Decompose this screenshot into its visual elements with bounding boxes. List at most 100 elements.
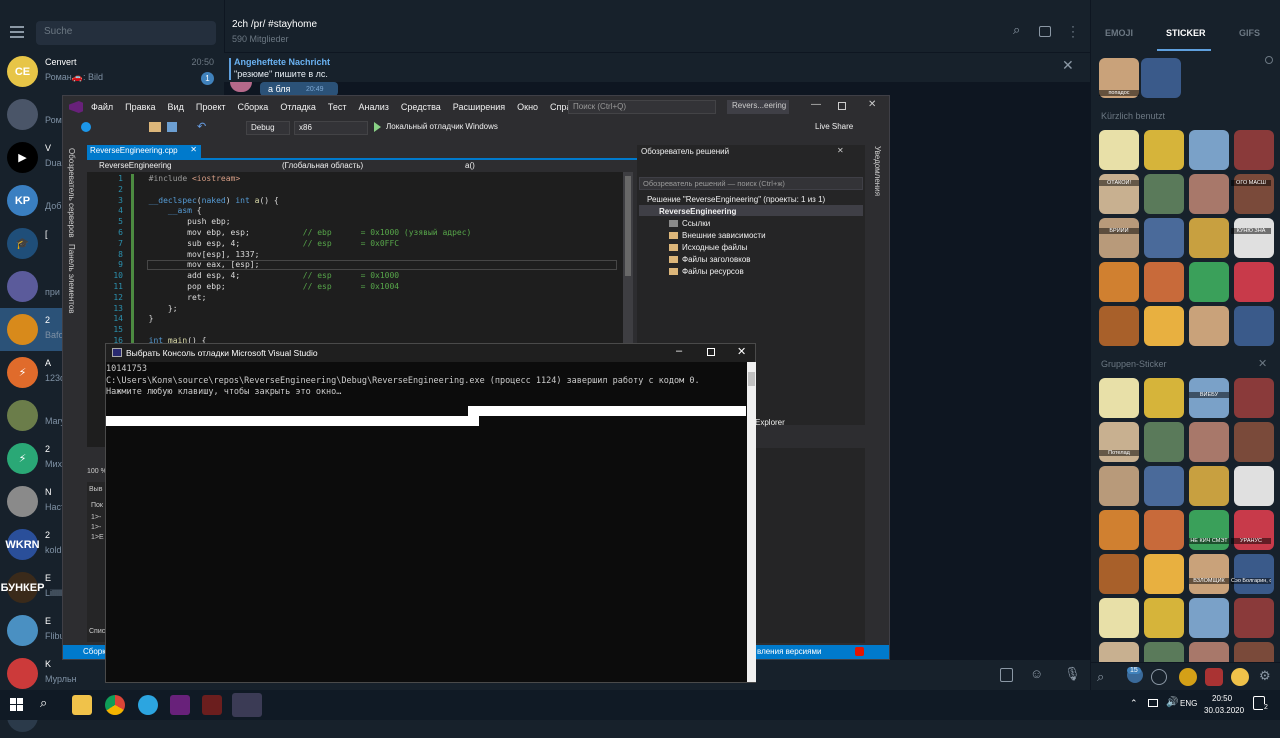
vs-menu-item[interactable]: Тест (328, 102, 347, 112)
vs-menu-item[interactable]: Расширения (453, 102, 505, 112)
sticker[interactable] (1099, 598, 1139, 638)
sticker[interactable] (1144, 510, 1184, 550)
sticker[interactable] (1234, 378, 1274, 418)
sticker[interactable] (1189, 218, 1229, 258)
sticker[interactable] (1144, 598, 1184, 638)
tray-chevron-icon[interactable]: ⌃ (1130, 698, 1138, 709)
sticker[interactable] (1144, 554, 1184, 594)
notifications-icon[interactable] (855, 647, 864, 656)
solution-search-input[interactable]: Обозреватель решений — поиск (Ctrl+ж) (639, 177, 863, 190)
vs-menu-item[interactable]: Анализ (359, 102, 389, 112)
code-line[interactable]: __asm { (139, 206, 202, 217)
code-line[interactable]: push ebp; (139, 217, 230, 228)
code-line[interactable]: mov ebp, esp; // ebp = 0x1000 (узявый ад… (139, 228, 471, 239)
chat-list-item[interactable]: CE Cenvert Роман🚗: Bild 20:50 1 (0, 50, 224, 93)
external-deps-node[interactable]: Внешние зависимости (669, 231, 766, 240)
config-select[interactable]: Debug (246, 121, 290, 135)
sticker[interactable] (1234, 598, 1274, 638)
vs-maximize-icon[interactable] (838, 102, 846, 110)
vs-minimize-icon[interactable]: — (811, 99, 821, 110)
sticker[interactable] (1144, 378, 1184, 418)
sticker[interactable] (1234, 262, 1274, 302)
code-line[interactable]: __declspec(naked) int a() { (139, 196, 279, 207)
back-nav-icon[interactable] (81, 122, 91, 132)
file-explorer-icon[interactable] (72, 695, 92, 715)
code-line[interactable]: ret; (139, 293, 206, 304)
sticker[interactable] (1189, 554, 1229, 594)
volume-icon[interactable]: 🔊 (1166, 697, 1178, 708)
search-icon[interactable]: ⌕ (40, 695, 47, 711)
sticker[interactable] (1234, 554, 1274, 594)
chat-title[interactable]: 2ch /pr/ #stayhome (232, 19, 317, 30)
sticker[interactable] (1099, 510, 1139, 550)
vs-menu-item[interactable]: Сборка (238, 102, 269, 112)
emoji-icon[interactable]: ☺ (1030, 666, 1043, 681)
nav-member[interactable]: a() (465, 161, 475, 170)
console-title-bar[interactable]: Выбрать Консоль отладки Microsoft Visual… (106, 344, 755, 362)
code-line[interactable]: } (139, 314, 154, 325)
solution-node[interactable]: Решение "ReverseEngineering" (проекты: 1… (647, 195, 825, 204)
language-indicator[interactable]: ENG (1180, 699, 1197, 708)
code-line[interactable]: }; (139, 304, 178, 315)
console-minimize-icon[interactable]: – (676, 345, 682, 357)
visual-studio-icon[interactable] (170, 695, 190, 715)
live-share-button[interactable]: Live Share (815, 122, 853, 131)
vs-menu-item[interactable]: Отладка (280, 102, 316, 112)
code-line[interactable]: pop ebp; // esp = 0x1004 (139, 282, 399, 293)
project-node[interactable]: ReverseEngineering (659, 207, 736, 216)
sticker[interactable] (1189, 174, 1229, 214)
sticker[interactable] (1144, 466, 1184, 506)
sticker[interactable] (1141, 58, 1181, 98)
sticker-set-red[interactable] (1205, 668, 1223, 686)
sticker[interactable] (1234, 510, 1274, 550)
more-menu-icon[interactable]: · · · (1071, 20, 1075, 42)
network-icon[interactable] (1148, 699, 1158, 707)
code-line[interactable]: sub esp, 4; // esp = 0x0FFC (139, 239, 399, 250)
header-files-node[interactable]: Файлы заголовков (669, 255, 751, 264)
console-maximize-icon[interactable] (707, 348, 715, 356)
sticker[interactable] (1234, 218, 1274, 258)
zoom-level[interactable]: 100 % (87, 468, 107, 475)
tab-reverseengineering-cpp[interactable]: ReverseEngineering.cpp ✕ (87, 145, 201, 158)
vs-close-icon[interactable]: ✕ (868, 99, 876, 110)
sticker-set-smile[interactable] (1231, 668, 1249, 686)
sticker[interactable] (1234, 130, 1274, 170)
references-node[interactable]: Ссылки (669, 219, 710, 228)
debug-console-window[interactable]: Выбрать Консоль отладки Microsoft Visual… (105, 343, 756, 683)
console-scrollbar-thumb[interactable] (748, 372, 755, 386)
clock-date[interactable]: 30.03.2020 (1204, 706, 1244, 715)
sticker[interactable] (1144, 422, 1184, 462)
sticker[interactable] (1144, 218, 1184, 258)
close-group-stickers-icon[interactable]: ✕ (1258, 357, 1267, 370)
console-close-icon[interactable]: ✕ (737, 345, 746, 358)
undo-icon[interactable]: ↶ (197, 120, 206, 133)
sticker[interactable] (1189, 262, 1229, 302)
start-button-icon[interactable] (10, 698, 23, 711)
search-icon[interactable]: ⌕ (1013, 22, 1020, 38)
sticker[interactable] (1189, 422, 1229, 462)
sticker-settings-icon[interactable]: ⚙ (1259, 668, 1271, 684)
sticker[interactable] (1189, 466, 1229, 506)
bot-commands-icon[interactable] (1000, 668, 1013, 682)
sticker[interactable] (1144, 306, 1184, 346)
close-tab-icon[interactable]: ✕ (190, 145, 197, 154)
open-folder-icon[interactable] (149, 122, 161, 132)
error-list-tab[interactable]: Спис (89, 628, 105, 635)
sticker[interactable] (1144, 130, 1184, 170)
sticker[interactable] (1099, 378, 1139, 418)
save-icon[interactable] (167, 122, 177, 132)
message-bubble[interactable]: а бля 20:49 (260, 82, 338, 96)
sticker[interactable] (1099, 466, 1139, 506)
hamburger-menu-icon[interactable] (10, 26, 24, 38)
sticker[interactable] (1189, 598, 1229, 638)
vs-menu-item[interactable]: Окно (517, 102, 538, 112)
tab-emoji[interactable]: EMOJI (1105, 28, 1133, 38)
tab-gifs[interactable]: GIFS (1239, 28, 1260, 38)
start-debug-button[interactable]: Локальный отладчик Windows (386, 122, 498, 131)
sender-avatar[interactable] (230, 82, 252, 92)
vs-menu-item[interactable]: Проект (196, 102, 226, 112)
platform-select[interactable]: x86 (294, 121, 368, 135)
explorer-tab[interactable]: Explorer (755, 418, 785, 427)
code-line[interactable]: mov[esp], 1337; (139, 250, 259, 261)
sticker[interactable] (1189, 378, 1229, 418)
